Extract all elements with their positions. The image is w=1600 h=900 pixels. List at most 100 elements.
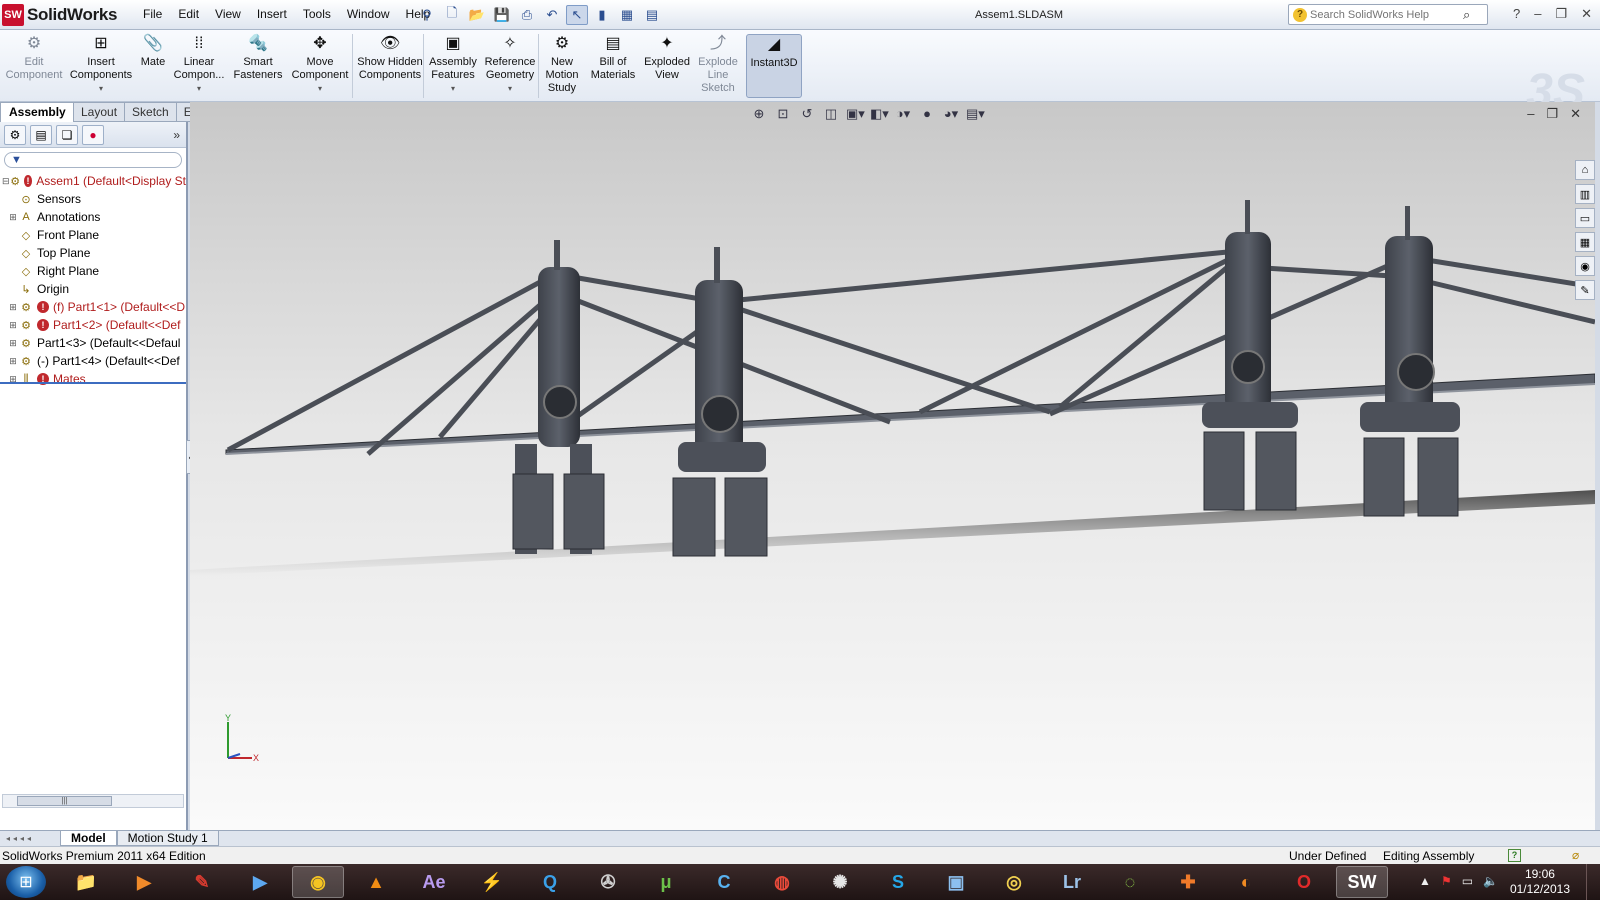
- graphics-area[interactable]: ⊕ ⊡ ↺ ◫ ▣▾ ◧▾ ◑▾ ● ◕▾ ▤▾ – ❐ ✕ ⌂ ▥ ▭ ▦ ◉ ✎ Y X: [190, 102, 1595, 830]
- app-logo[interactable]: SW SolidWorks: [2, 3, 118, 27]
- rollback-bar[interactable]: [0, 382, 186, 384]
- menu-view[interactable]: View: [207, 7, 249, 21]
- dropdown-arrow-icon[interactable]: ▾: [318, 82, 322, 95]
- taskbar-after-effects-icon[interactable]: Ae: [408, 866, 460, 898]
- section-view-icon[interactable]: ◫: [822, 106, 840, 122]
- ribbon-exploded-view-button[interactable]: ✦ Exploded View: [642, 34, 692, 98]
- expand-toggle-icon[interactable]: ⊞: [8, 320, 18, 331]
- tree-item[interactable]: ↳ Origin: [0, 280, 186, 298]
- expand-toggle-icon[interactable]: ⊞: [8, 356, 18, 367]
- tab-model[interactable]: Model: [60, 831, 117, 846]
- view-settings-icon[interactable]: ▤▾: [966, 106, 985, 122]
- ribbon-show-hidden-button[interactable]: 👁 Show Hidden Components: [354, 34, 426, 98]
- taskbar-lightroom-icon[interactable]: Lr: [1046, 866, 1098, 898]
- hide-show-icon[interactable]: ◑▾: [894, 106, 912, 122]
- ribbon-motion-study-button[interactable]: ⚙ New Motion Study: [540, 34, 584, 98]
- ribbon-explode-line-sketch-button[interactable]: ⤴ Explode Line Sketch: [693, 34, 743, 98]
- resources-home-icon[interactable]: ⌂: [1575, 160, 1595, 180]
- menu-file[interactable]: File: [135, 7, 170, 21]
- file-explorer-icon[interactable]: ▭: [1575, 208, 1595, 228]
- pin-icon[interactable]: ⚲: [416, 5, 438, 25]
- taskbar-acrobat-icon[interactable]: ✎: [176, 866, 228, 898]
- ribbon-reference-geometry-button[interactable]: ✧ Reference Geometry ▾: [480, 34, 540, 98]
- options-icon[interactable]: ▤: [641, 5, 663, 25]
- tree-item[interactable]: ◇ Top Plane: [0, 244, 186, 262]
- help-menu-icon[interactable]: ?: [1513, 6, 1520, 22]
- ribbon-edit-component-button[interactable]: ⚙ Edit Component: [4, 34, 64, 98]
- file-properties-icon[interactable]: ▦: [616, 5, 638, 25]
- previous-view-icon[interactable]: ↺: [798, 106, 816, 122]
- help-search-box[interactable]: ? ⌕: [1288, 4, 1488, 25]
- taskbar-skype-icon[interactable]: S: [872, 866, 924, 898]
- dropdown-arrow-icon[interactable]: ▾: [99, 82, 103, 95]
- custom-properties-icon[interactable]: ✎: [1575, 280, 1595, 300]
- tab-scroll-arrows[interactable]: ◂◂◂◂: [0, 834, 60, 843]
- ribbon-bill-of-materials-button[interactable]: ▤ Bill of Materials: [585, 34, 641, 98]
- menu-insert[interactable]: Insert: [249, 7, 295, 21]
- zoom-area-icon[interactable]: ⊡: [774, 106, 792, 122]
- ribbon-move-component-button[interactable]: ✥ Move Component ▾: [288, 34, 352, 98]
- ribbon-instant3d-button[interactable]: ◢ Instant3D: [746, 34, 802, 98]
- ribbon-linear-pattern-button[interactable]: ⁞⁞ Linear Compon... ▾: [170, 34, 228, 98]
- configuration-manager-icon[interactable]: ❏: [56, 124, 78, 145]
- taskbar-flashget-icon[interactable]: ⚡: [466, 866, 518, 898]
- rebuild-icon[interactable]: ▮: [591, 5, 613, 25]
- save-icon[interactable]: 💾: [491, 5, 513, 25]
- new-document-icon[interactable]: 🗋: [441, 5, 463, 25]
- tab-motion-study[interactable]: Motion Study 1: [116, 831, 219, 846]
- tree-item[interactable]: ⊞ ⫴! Mates: [0, 370, 186, 388]
- taskbar-chrome-icon[interactable]: ◉: [292, 866, 344, 898]
- restore-icon[interactable]: ❐: [1546, 106, 1558, 122]
- menu-edit[interactable]: Edit: [170, 7, 207, 21]
- appearances-icon[interactable]: ◉: [1575, 256, 1595, 276]
- property-manager-icon[interactable]: ▤: [30, 124, 52, 145]
- ribbon-insert-components-button[interactable]: ⊞ Insert Components ▾: [66, 34, 136, 98]
- tree-item[interactable]: ⊞ A Annotations: [0, 208, 186, 226]
- expand-toggle-icon[interactable]: ⊞: [8, 212, 18, 223]
- taskbar-speed-app-icon[interactable]: ◍: [756, 866, 808, 898]
- scrollbar-thumb[interactable]: |||: [17, 796, 112, 806]
- feature-tree-icon[interactable]: ⚙: [4, 124, 26, 145]
- minimize-icon[interactable]: –: [1527, 106, 1534, 122]
- action-center-flag-icon[interactable]: ⚑: [1441, 874, 1452, 888]
- feature-tree-scrollbar[interactable]: |||: [2, 794, 184, 808]
- display-style-icon[interactable]: ◧▾: [870, 106, 889, 122]
- rebuild-notification-icon[interactable]: ⌀: [1572, 848, 1579, 862]
- tree-item[interactable]: ⊞ ⚙ Part1<3> (Default<<Defaul: [0, 334, 186, 352]
- zoom-to-fit-icon[interactable]: ⊕: [750, 106, 768, 122]
- help-search-input[interactable]: [1310, 8, 1460, 21]
- ribbon-assembly-features-button[interactable]: ▣ Assembly Features ▾: [425, 34, 481, 98]
- expand-toggle-icon[interactable]: ⊟: [2, 176, 10, 187]
- tab-layout[interactable]: Layout: [73, 102, 126, 122]
- magnifier-icon[interactable]: ⌕: [1463, 7, 1470, 23]
- taskbar-bike-app-icon[interactable]: ✇: [582, 866, 634, 898]
- select-icon[interactable]: ↖: [566, 5, 588, 25]
- taskbar-c-app-icon[interactable]: C: [698, 866, 750, 898]
- bridge-model[interactable]: [190, 102, 1595, 830]
- menu-tools[interactable]: Tools: [295, 7, 339, 21]
- tree-item[interactable]: ⊞ ⚙! (f) Part1<1> (Default<<D: [0, 298, 186, 316]
- tab-assembly[interactable]: Assembly: [0, 102, 75, 122]
- expand-toggle-icon[interactable]: ⊞: [8, 338, 18, 349]
- tab-sketch[interactable]: Sketch: [124, 102, 177, 122]
- taskbar-explorer-icon[interactable]: 📁: [60, 866, 112, 898]
- taskbar-monitor-app-icon[interactable]: ▣: [930, 866, 982, 898]
- more-tabs-icon[interactable]: »: [173, 128, 180, 142]
- tree-item[interactable]: ⊟ ⚙! Assem1 (Default<Display St: [0, 172, 186, 190]
- dropdown-arrow-icon[interactable]: ▾: [451, 82, 455, 95]
- menu-window[interactable]: Window: [339, 7, 398, 21]
- print-icon[interactable]: ⎙: [516, 5, 538, 25]
- show-desktop-button[interactable]: [1586, 864, 1600, 900]
- tree-item[interactable]: ⊙ Sensors: [0, 190, 186, 208]
- quick-tips-icon[interactable]: ?: [1508, 849, 1521, 862]
- restore-icon[interactable]: ❐: [1555, 6, 1567, 22]
- undo-icon[interactable]: ↶: [541, 5, 563, 25]
- taskbar-disc-app-icon[interactable]: ◎: [988, 866, 1040, 898]
- view-orientation-icon[interactable]: ▣▾: [846, 106, 865, 122]
- taskbar-video-player-icon[interactable]: ▶: [234, 866, 286, 898]
- taskbar-q-app-icon[interactable]: Q: [524, 866, 576, 898]
- tray-expand-icon[interactable]: ▲: [1419, 874, 1431, 888]
- design-library-icon[interactable]: ▥: [1575, 184, 1595, 204]
- tree-item[interactable]: ⊞ ⚙ (-) Part1<4> (Default<<Def: [0, 352, 186, 370]
- expand-toggle-icon[interactable]: ⊞: [8, 302, 18, 313]
